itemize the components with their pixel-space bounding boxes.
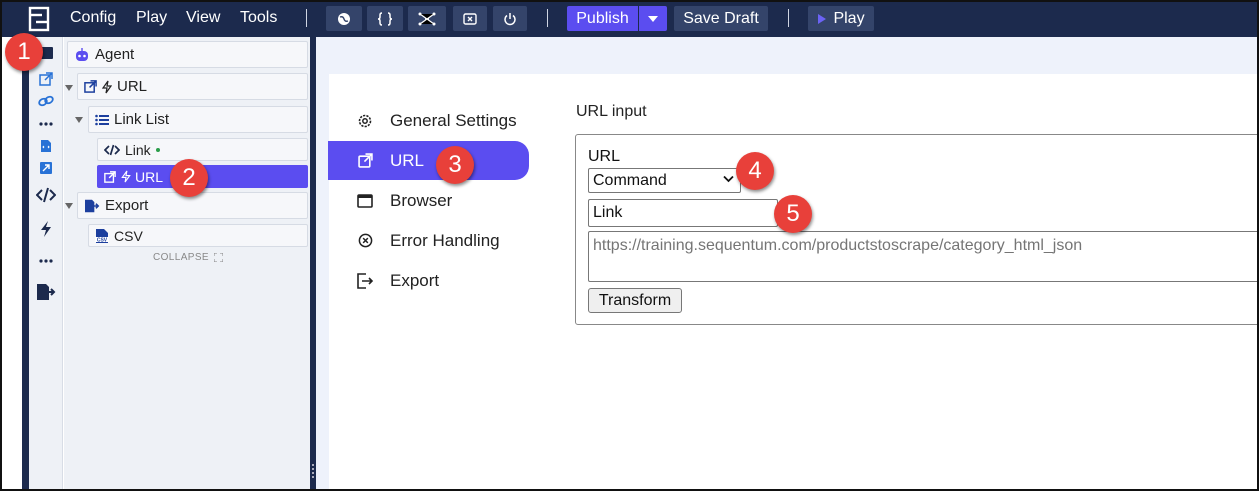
settings-nav-general[interactable]: General Settings — [328, 101, 529, 140]
rail-more-icon[interactable] — [36, 115, 56, 133]
left-rail-border — [22, 37, 29, 489]
select-value: Command — [593, 171, 667, 189]
braces-icon — [377, 11, 393, 26]
robot-icon — [74, 47, 90, 62]
rail-code-icon[interactable] — [36, 186, 56, 204]
publish-button[interactable]: Publish — [567, 6, 638, 31]
code-braces-button[interactable] — [367, 6, 403, 31]
section-title: URL input — [576, 103, 647, 120]
rail-external-link-icon[interactable] — [36, 70, 56, 88]
collapse-label: COLLAPSE — [153, 252, 210, 263]
code-icon — [104, 144, 120, 156]
globe-icon — [338, 12, 350, 25]
status-dot — [155, 147, 160, 152]
browser-window-icon — [355, 193, 375, 208]
collapse-button[interactable]: COLLAPSE — [153, 252, 224, 263]
svg-text:CSV: CSV — [97, 237, 108, 243]
settings-nav-label: Export — [390, 270, 440, 290]
gear-icon — [355, 113, 375, 129]
settings-nav-label: General Settings — [390, 110, 517, 130]
caret-down-icon[interactable] — [64, 83, 74, 93]
menu-tools[interactable]: Tools — [240, 9, 277, 27]
list-icon — [95, 114, 109, 126]
publish-dropdown-button[interactable] — [639, 6, 667, 31]
rail-more-icon-2[interactable] — [36, 252, 56, 270]
external-link-icon — [355, 153, 375, 168]
external-link-icon — [104, 170, 116, 183]
tree-node-csv[interactable]: CSV CSV — [88, 224, 308, 247]
rail-code-file-icon[interactable] — [36, 137, 56, 155]
tree-node-label: URL — [117, 78, 148, 95]
callout-badge-4: 4 — [736, 152, 774, 190]
tree-node-label: Link List — [114, 111, 170, 128]
caret-down-icon[interactable] — [74, 115, 84, 125]
menu-config[interactable]: Config — [70, 9, 116, 27]
external-link-icon — [84, 80, 97, 93]
tree-node-label: Agent — [95, 46, 135, 63]
rail-export-icon[interactable] — [36, 283, 56, 301]
callout-badge-2: 2 — [170, 159, 208, 197]
rail-chain-link-icon[interactable] — [36, 92, 56, 110]
close-box-button[interactable] — [453, 6, 487, 31]
settings-nav-label: Error Handling — [390, 230, 500, 250]
toolbar-separator — [306, 9, 307, 27]
top-bar: Config Play View Tools Publish Save Draf… — [2, 2, 1257, 37]
close-box-icon — [463, 12, 477, 25]
rail-lightning-icon[interactable] — [36, 220, 56, 238]
power-button[interactable] — [493, 6, 527, 31]
settings-nav-export[interactable]: Export — [328, 261, 529, 300]
url-field-label: URL — [588, 148, 621, 165]
menu-view[interactable]: View — [186, 9, 220, 27]
command-input[interactable]: Link — [588, 199, 778, 227]
settings-nav-url[interactable]: URL — [328, 141, 529, 180]
tree-node-agent[interactable]: Agent — [67, 41, 308, 68]
expand-corners-icon — [214, 253, 224, 262]
menu-play[interactable]: Play — [136, 9, 167, 27]
resize-grip-icon[interactable] — [312, 464, 314, 478]
transform-button[interactable]: Transform — [588, 288, 682, 313]
tree-node-url[interactable]: URL — [77, 73, 308, 100]
export-file-icon — [84, 199, 100, 213]
export-icon — [355, 272, 375, 289]
content-header-strip — [329, 37, 1257, 74]
settings-nav-browser[interactable]: Browser — [328, 181, 529, 220]
tree-node-label: CSV — [114, 227, 143, 244]
callout-badge-3: 3 — [436, 146, 474, 184]
url-textarea[interactable]: https://training.sequentum.com/productst… — [588, 231, 1257, 282]
play-icon — [818, 13, 827, 24]
chevron-down-icon — [723, 175, 734, 183]
play-button[interactable]: Play — [808, 6, 874, 31]
caret-down-icon — [648, 15, 658, 22]
lightning-outline-icon — [121, 170, 131, 183]
settings-nav-label: URL — [390, 150, 425, 170]
tree-node-label: Export — [105, 197, 149, 214]
tree-node-link[interactable]: Link — [97, 138, 308, 161]
power-icon — [504, 12, 516, 25]
error-circle-icon — [355, 233, 375, 248]
tree-node-label: URL — [135, 168, 164, 185]
toolbar-separator — [788, 9, 789, 27]
app-logo-icon — [28, 6, 50, 32]
settings-nav-error-handling[interactable]: Error Handling — [328, 221, 529, 260]
url-source-select[interactable]: Command — [588, 168, 741, 193]
globe-button[interactable] — [326, 6, 362, 31]
caret-down-icon[interactable] — [64, 201, 74, 211]
tree-node-label: Link — [125, 141, 151, 158]
save-draft-button[interactable]: Save Draft — [674, 6, 768, 31]
network-button[interactable] — [408, 6, 446, 31]
callout-badge-5: 5 — [774, 195, 812, 233]
rail-open-box-icon[interactable] — [36, 159, 56, 177]
network-icon — [418, 12, 436, 25]
app-window: Config Play View Tools Publish Save Draf… — [0, 0, 1259, 491]
settings-nav-label: Browser — [390, 190, 453, 210]
toolbar-separator — [547, 9, 548, 27]
csv-file-icon: CSV — [95, 228, 109, 244]
lightning-outline-icon — [102, 80, 112, 94]
play-label: Play — [833, 9, 865, 27]
tree-node-link-list[interactable]: Link List — [88, 106, 308, 133]
callout-badge-1: 1 — [5, 33, 43, 71]
